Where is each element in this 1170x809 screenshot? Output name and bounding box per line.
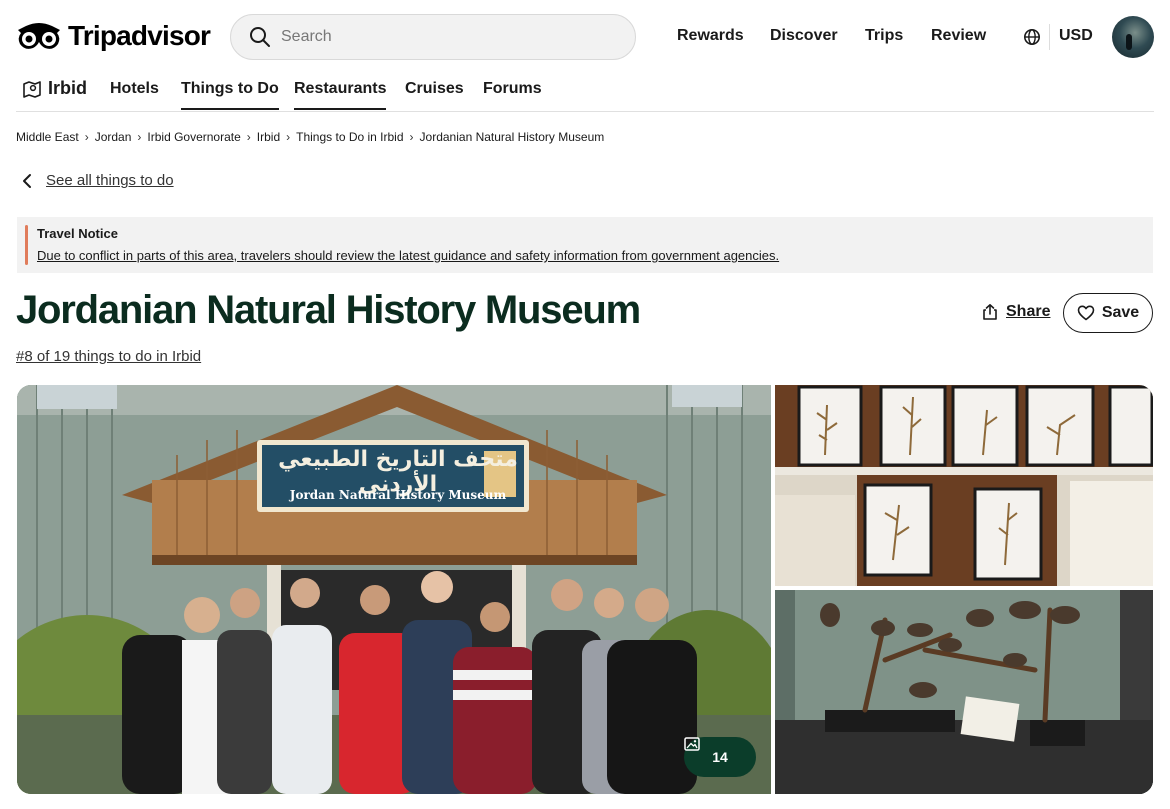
- notice-title: Travel Notice: [37, 226, 118, 241]
- map-icon: [23, 80, 41, 98]
- breadcrumb-jordan[interactable]: Jordan: [95, 130, 132, 144]
- tripadvisor-owl-icon: [18, 23, 60, 49]
- herbarium-photo[interactable]: [775, 385, 1153, 586]
- breadcrumb: Middle East › Jordan › Irbid Governorate…: [16, 130, 604, 144]
- share-icon: [983, 303, 997, 320]
- chevron-right-icon: ›: [409, 130, 414, 144]
- save-button[interactable]: Save: [1063, 293, 1153, 333]
- city-link[interactable]: Irbid: [22, 78, 87, 99]
- sign-english-text: Jordan Natural History Museum: [289, 488, 507, 502]
- top-header: Tripadvisor Rewards Discover Trips Revie…: [0, 0, 1170, 74]
- nav-rewards[interactable]: Rewards: [677, 27, 744, 45]
- share-label: Share: [1006, 303, 1051, 320]
- breadcrumb-irbid-governorate[interactable]: Irbid Governorate: [147, 130, 240, 144]
- user-avatar[interactable]: [1112, 16, 1154, 58]
- destination-nav: Irbid Hotels Things to Do Restaurants Cr…: [0, 74, 1170, 112]
- save-label: Save: [1101, 304, 1140, 321]
- ranking-link[interactable]: #8 of 19 things to do in Irbid: [16, 348, 201, 365]
- tab-forums[interactable]: Forums: [483, 80, 542, 110]
- bird-exhibit-photo: [775, 590, 1153, 794]
- photo-count: 14: [712, 749, 728, 765]
- breadcrumb-middle-east[interactable]: Middle East: [16, 130, 79, 144]
- breadcrumb-irbid[interactable]: Irbid: [257, 130, 280, 144]
- city-name: Irbid: [48, 78, 87, 98]
- birds-display-photo[interactable]: [775, 590, 1153, 794]
- tab-cruises[interactable]: Cruises: [405, 80, 464, 110]
- notice-accent-bar: [25, 225, 28, 265]
- photo-gallery: متحف التاريخ الطبيعي الأردني Jordan Natu…: [17, 385, 1153, 794]
- chevron-right-icon: ›: [137, 130, 142, 144]
- subnav-divider: [16, 111, 1154, 112]
- share-button[interactable]: Share: [981, 303, 1050, 321]
- heart-icon: [1077, 305, 1095, 321]
- see-all-things-link[interactable]: See all things to do: [20, 172, 174, 189]
- currency-selector[interactable]: USD: [1059, 27, 1093, 45]
- brand-name: Tripadvisor: [68, 20, 211, 51]
- globe-icon[interactable]: [1023, 28, 1041, 46]
- tripadvisor-logo[interactable]: Tripadvisor: [16, 20, 211, 52]
- see-all-label: See all things to do: [46, 172, 174, 189]
- nav-trips[interactable]: Trips: [865, 27, 903, 45]
- chevron-right-icon: ›: [286, 130, 291, 144]
- nav-review[interactable]: Review: [931, 27, 986, 45]
- search-input[interactable]: [281, 28, 611, 46]
- nav-discover[interactable]: Discover: [770, 27, 838, 45]
- search-box[interactable]: [230, 14, 636, 60]
- notice-link[interactable]: Due to conflict in parts of this area, t…: [37, 248, 779, 263]
- tab-restaurants[interactable]: Restaurants: [294, 80, 387, 110]
- photo-count-button[interactable]: 14: [684, 737, 756, 777]
- breadcrumb-things-to-do[interactable]: Things to Do in Irbid: [296, 130, 403, 144]
- search-icon: [250, 27, 270, 47]
- header-divider: [1049, 24, 1050, 50]
- chevron-right-icon: ›: [84, 130, 89, 144]
- herbarium-frames-photo: [775, 385, 1153, 586]
- chevron-right-icon: ›: [246, 130, 251, 144]
- travel-notice: Travel Notice Due to conflict in parts o…: [17, 217, 1153, 273]
- page-title: Jordanian Natural History Museum: [16, 288, 641, 332]
- photo-icon: [684, 737, 700, 751]
- chevron-left-icon: [23, 173, 31, 188]
- main-photo[interactable]: متحف التاريخ الطبيعي الأردني Jordan Natu…: [17, 385, 771, 794]
- tab-hotels[interactable]: Hotels: [110, 80, 159, 110]
- breadcrumb-current: Jordanian Natural History Museum: [419, 130, 605, 144]
- tab-things-to-do[interactable]: Things to Do: [181, 80, 279, 110]
